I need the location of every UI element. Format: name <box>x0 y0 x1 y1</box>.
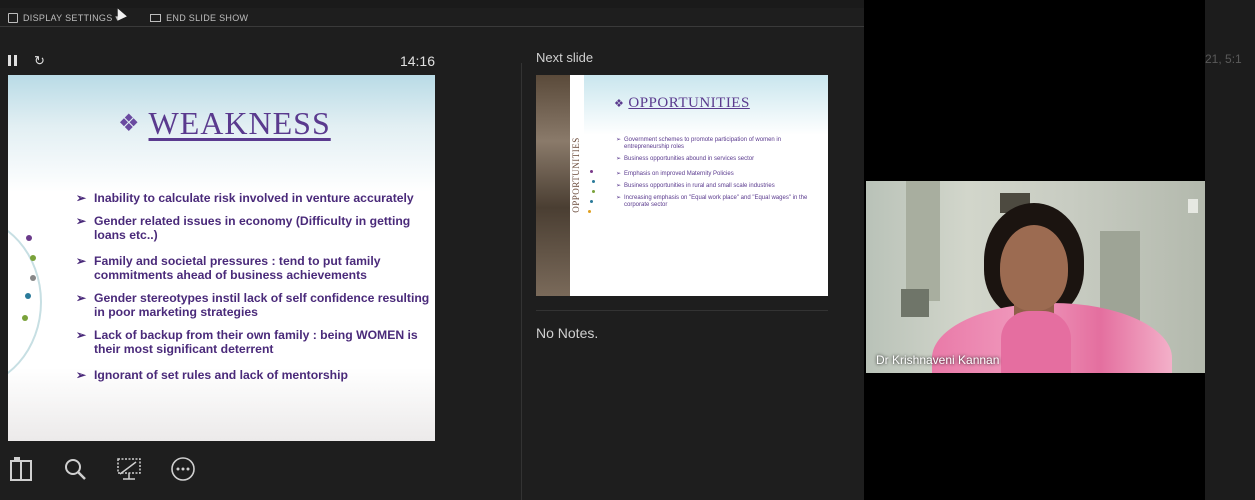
slide-decorative-dot <box>25 293 31 299</box>
grid-icon <box>10 457 32 481</box>
arrow-bullet-icon: ➢ <box>76 254 87 268</box>
next-slide-label: Next slide <box>536 50 594 65</box>
next-slide-bullet: ➢ Increasing emphasis on "Equal work plac… <box>616 195 808 208</box>
wall-panel <box>906 181 940 301</box>
slide-decorative-dot <box>26 235 32 241</box>
ellipsis-icon <box>171 457 195 481</box>
see-all-slides-button[interactable] <box>8 456 34 482</box>
arrow-bullet-icon: ➢ <box>76 368 87 382</box>
display-settings-label: DISPLAY SETTINGS ▾ <box>23 12 121 23</box>
end-slide-show-button[interactable]: END SLIDE SHOW <box>150 13 248 23</box>
presenter-toolbar: DISPLAY SETTINGS ▾ END SLIDE SHOW <box>0 8 864 28</box>
slide-decorative-dot <box>22 315 28 321</box>
arrow-bullet-icon: ➢ <box>616 156 622 162</box>
next-slide-preview[interactable]: OPPORTUNITIES ❖ OPPORTUNITIES ➢ Government… <box>536 75 828 296</box>
notes-divider <box>536 310 828 311</box>
slide-bullet: ➢ Ignorant of set rules and lack of mento… <box>76 368 348 382</box>
diamond-bullet-icon: ❖ <box>614 98 625 110</box>
slide-decorative-dot <box>592 190 595 193</box>
magnifier-icon <box>65 459 86 480</box>
slide-bullet: ➢ Family and societal pressures : tend to… <box>76 254 381 282</box>
next-slide-title: ❖ OPPORTUNITIES <box>614 95 750 112</box>
slide-bullet: ➢ Lack of backup from their own family : … <box>76 328 418 356</box>
more-options-button[interactable] <box>170 456 196 482</box>
arrow-bullet-icon: ➢ <box>76 328 87 342</box>
zoom-button[interactable] <box>62 456 88 482</box>
light-switch <box>1188 199 1198 213</box>
slide-decorative-dot <box>30 275 36 281</box>
next-slide-bullet: ➢ Emphasis on improved Maternity Policies <box>616 171 734 177</box>
arrow-bullet-icon: ➢ <box>616 137 622 143</box>
slide-decorative-dot <box>588 210 591 213</box>
participant-video[interactable] <box>866 181 1205 373</box>
next-slide-bullet: ➢ Government schemes to promote participa… <box>616 137 782 150</box>
arrow-bullet-icon: ➢ <box>616 183 622 189</box>
slide-decorative-dot <box>30 255 36 261</box>
end-show-icon <box>150 14 162 22</box>
toolbar-divider <box>0 26 864 27</box>
restart-icon[interactable]: ↻ <box>34 53 45 69</box>
slide-decorative-arc <box>8 215 42 389</box>
wall-panel <box>901 289 929 317</box>
slide-bullet: ➢ Gender stereotypes instil lack of self … <box>76 291 430 319</box>
slide-bullet: ➢ Inability to calculate risk involved in… <box>76 191 414 205</box>
next-slide-title-text: OPPORTUNITIES <box>628 95 750 111</box>
panel-divider <box>521 63 522 500</box>
right-edge-strip: 21, 5:1 <box>1205 0 1255 500</box>
pause-icon[interactable] <box>8 55 17 66</box>
slide-bullet-list: ➢ Inability to calculate risk involved in… <box>76 191 431 391</box>
screen-icon <box>117 458 141 480</box>
current-slide[interactable]: ❖ WEAKNESS ➢ Inability to calculate risk i… <box>8 75 435 441</box>
slide-title-text: WEAKNESS <box>148 105 331 141</box>
diamond-bullet-icon: ❖ <box>118 111 141 137</box>
arrow-bullet-icon: ➢ <box>616 195 622 201</box>
next-slide-vertical-title-text: OPPORTUNITIES <box>571 137 581 213</box>
slide-decorative-dot <box>590 200 593 203</box>
arrow-bullet-icon: ➢ <box>76 291 87 305</box>
next-slide-vertical-title: OPPORTUNITIES <box>570 75 584 296</box>
clock-fragment: 21, 5:1 <box>1205 52 1242 66</box>
slide-bullet: ➢ Gender related issues in economy (Diffi… <box>76 214 411 242</box>
next-slide-bullet-list: ➢ Government schemes to promote participa… <box>616 137 826 214</box>
slide-decorative-dot <box>590 170 593 173</box>
end-slide-show-label: END SLIDE SHOW <box>166 13 249 23</box>
speaker-notes: No Notes. <box>536 325 599 341</box>
participant-name: Dr Krishnaveni Kannan <box>876 353 1000 367</box>
slide-timer: 14:16 <box>399 53 435 69</box>
slide-decorative-dot <box>592 180 595 183</box>
slide-title: ❖ WEAKNESS <box>118 105 331 142</box>
arrow-bullet-icon: ➢ <box>616 171 622 177</box>
wall-panel <box>1100 231 1140 321</box>
display-settings-icon <box>8 13 18 23</box>
playback-controls: ↻ 14:16 <box>8 53 435 71</box>
arrow-bullet-icon: ➢ <box>76 191 87 205</box>
participant-blouse <box>1001 311 1071 373</box>
next-slide-bullet: ➢ Business opportunities abound in servic… <box>616 156 755 162</box>
arrow-bullet-icon: ➢ <box>76 214 87 228</box>
presenter-tools <box>8 456 196 482</box>
next-slide-bullet: ➢ Business opportunities in rural and sma… <box>616 183 775 189</box>
display-settings-menu[interactable]: DISPLAY SETTINGS ▾ <box>8 13 120 24</box>
next-slide-marble-strip <box>536 75 570 296</box>
participant-face <box>1000 225 1068 311</box>
black-screen-button[interactable] <box>116 456 142 482</box>
